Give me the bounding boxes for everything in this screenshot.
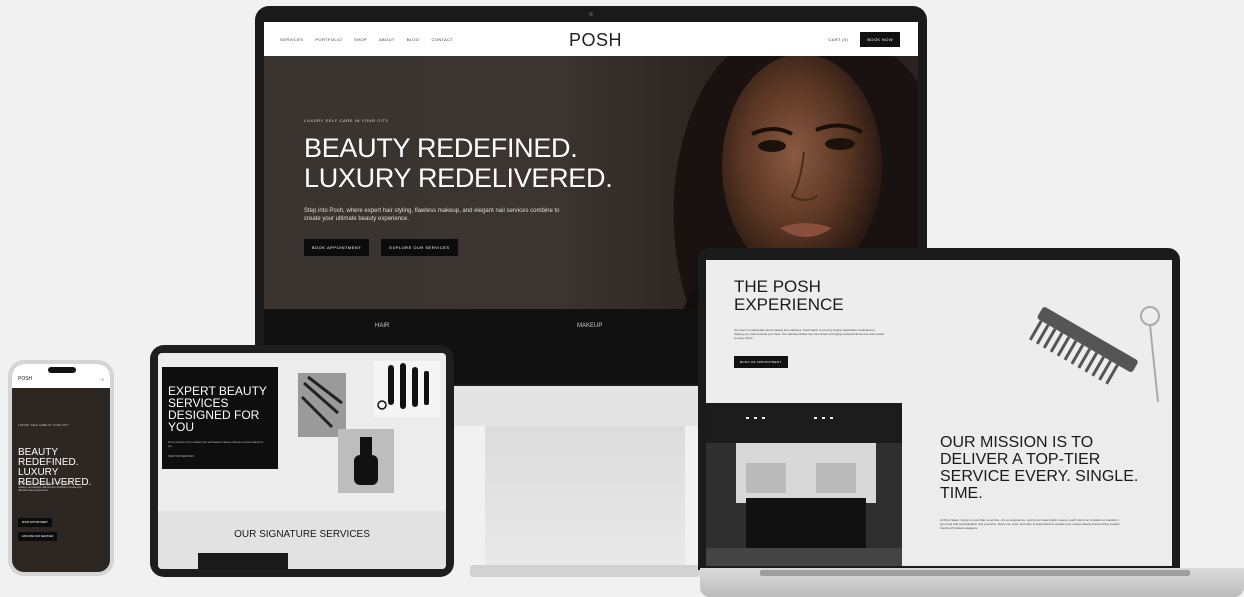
site-logo[interactable]: POSH bbox=[569, 30, 622, 51]
category-hair[interactable]: HAIR bbox=[375, 323, 389, 329]
hero-text: LUXURY SELF CARE IN YOUR CITY BEAUTY RED… bbox=[304, 118, 613, 256]
phone-copy: Step into Posh, where expert hair stylin… bbox=[18, 482, 82, 492]
cart-link[interactable]: CART (0) bbox=[828, 37, 848, 42]
phone-header: POSH ◦ ≡ bbox=[12, 364, 110, 388]
salon-illustration bbox=[706, 403, 902, 566]
explore-services-button[interactable]: EXPLORE OUR SERVICES bbox=[381, 239, 458, 256]
book-an-appointment-button[interactable]: BOOK AN APPOINTMENT bbox=[734, 356, 788, 368]
nail-polish-image bbox=[338, 429, 394, 493]
nav-link-shop[interactable]: SHOP bbox=[354, 37, 367, 42]
book-appointment-button[interactable]: BOOK APPOINTMENT bbox=[304, 239, 370, 256]
laptop-screen: THE POSH EXPERIENCE Our team is passiona… bbox=[706, 260, 1172, 566]
device-mockup-stage: SERVICES PORTFOLIO SHOP ABOUT BLOG CONTA… bbox=[0, 0, 1244, 597]
service-card-image bbox=[198, 553, 288, 569]
nav-link-portfolio[interactable]: PORTFOLIO bbox=[315, 37, 342, 42]
imac-stand bbox=[485, 426, 685, 576]
hero-headline: BEAUTY REDEFINED. LUXURY REDELIVERED. bbox=[304, 133, 613, 193]
phone-explore-services-button[interactable]: EXPLORE OUR SERVICES bbox=[18, 532, 58, 541]
expert-beauty-card: EXPERT BEAUTY SERVICES DESIGNED FOR YOU … bbox=[162, 367, 278, 469]
posh-experience-title: THE POSH EXPERIENCE bbox=[734, 277, 844, 314]
mission-heading: OUR MISSION IS TO DELIVER A TOP-TIER SER… bbox=[940, 434, 1139, 502]
tablet-screen: EXPERT BEAUTY SERVICES DESIGNED FOR YOU … bbox=[158, 353, 446, 569]
phone-logo[interactable]: POSH bbox=[18, 376, 32, 382]
nav-links: SERVICES PORTFOLIO SHOP ABOUT BLOG CONTA… bbox=[280, 37, 453, 42]
hero-buttons: BOOK APPOINTMENT EXPLORE OUR SERVICES bbox=[304, 239, 612, 256]
laptop-device: THE POSH EXPERIENCE Our team is passiona… bbox=[698, 248, 1180, 570]
book-now-button[interactable]: BOOK NOW bbox=[860, 32, 900, 47]
nav-right: CART (0) BOOK NOW bbox=[828, 32, 900, 47]
hero-eyebrow: LUXURY SELF CARE IN YOUR CITY bbox=[304, 118, 389, 123]
phone-screen: POSH ◦ ≡ LUXURY SELF CARE IN YOUR CITY B… bbox=[12, 364, 110, 572]
phone-menu-icon[interactable]: ◦ ≡ bbox=[99, 377, 104, 382]
posh-experience-section: THE POSH EXPERIENCE Our team is passiona… bbox=[706, 260, 1172, 403]
hero-headline-line-1: BEAUTY REDEFINED. bbox=[304, 133, 578, 163]
signature-services-section: OUR SIGNATURE SERVICES bbox=[158, 511, 446, 569]
phone-device: POSH ◦ ≡ LUXURY SELF CARE IN YOUR CITY B… bbox=[8, 360, 114, 576]
salon-interior-image bbox=[706, 403, 902, 566]
site-nav: SERVICES PORTFOLIO SHOP ABOUT BLOG CONTA… bbox=[264, 22, 918, 56]
phone-book-appointment-button[interactable]: BOOK APPOINTMENT bbox=[18, 518, 52, 527]
view-services-link[interactable]: VIEW OUR SERVICES bbox=[168, 455, 194, 458]
dynamic-island bbox=[48, 367, 76, 373]
phone-eyebrow: LUXURY SELF CARE IN YOUR CITY bbox=[18, 424, 69, 427]
nail-tools-image bbox=[298, 373, 346, 437]
tablet-device: EXPERT BEAUTY SERVICES DESIGNED FOR YOU … bbox=[150, 345, 454, 577]
expert-beauty-title: EXPERT BEAUTY SERVICES DESIGNED FOR YOU bbox=[168, 384, 267, 434]
hair-brushes-image bbox=[374, 361, 440, 417]
mission-copy: At Posh Salon, luxury is more than a ser… bbox=[940, 518, 1120, 530]
expert-beauty-copy: From precision cuts to radiant color and… bbox=[168, 441, 264, 448]
comb-scissors-image bbox=[1029, 306, 1160, 403]
nav-link-blog[interactable]: BLOG bbox=[407, 37, 420, 42]
category-makeup[interactable]: MAKEUP bbox=[577, 323, 602, 329]
camera-dot bbox=[589, 12, 593, 16]
laptop-trackpad-lip bbox=[760, 570, 1190, 576]
nav-link-contact[interactable]: CONTACT bbox=[431, 37, 453, 42]
nav-link-services[interactable]: SERVICES bbox=[280, 37, 303, 42]
posh-experience-copy: Our team is passionate about beauty and … bbox=[734, 328, 884, 340]
imac-stand-foot bbox=[470, 565, 700, 577]
hero-headline-line-2: LUXURY REDELIVERED. bbox=[304, 163, 613, 193]
nav-link-about[interactable]: ABOUT bbox=[379, 37, 395, 42]
signature-services-title: OUR SIGNATURE SERVICES bbox=[234, 529, 370, 540]
hero-subtext: Step into Posh, where expert hair stylin… bbox=[304, 208, 560, 222]
